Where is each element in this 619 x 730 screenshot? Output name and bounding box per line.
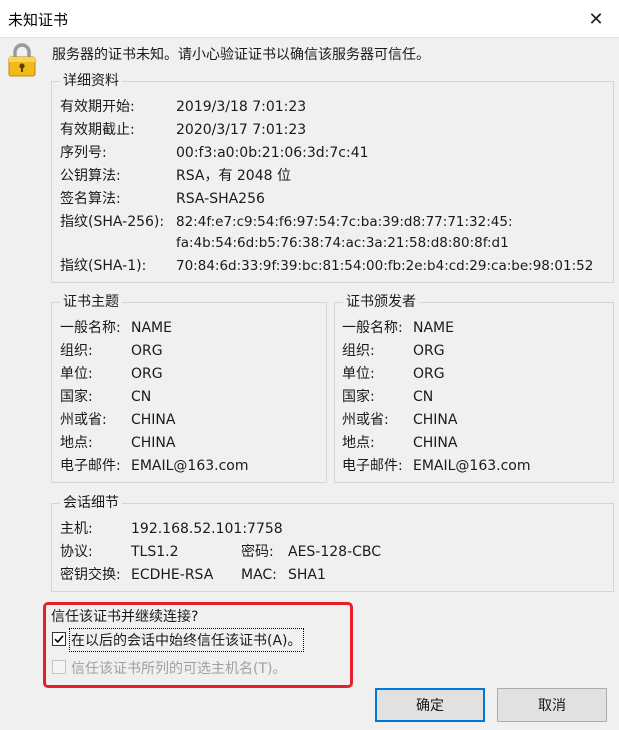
- cancel-button[interactable]: 取消: [497, 688, 607, 722]
- issuer-email-label: 电子邮件:: [342, 458, 403, 474]
- pubkey-value: RSA，有 2048 位: [176, 168, 291, 184]
- mac-label: MAC:: [241, 567, 277, 583]
- subject-c-value: CN: [131, 389, 152, 405]
- issuer-c-value: CN: [413, 389, 434, 405]
- trust-alt-names-checkbox[interactable]: [52, 660, 66, 674]
- trust-question: 信任该证书并继续连接?: [51, 609, 199, 625]
- cancel-button-label: 取消: [538, 698, 566, 714]
- subject-email-value: EMAIL@163.com: [131, 458, 249, 474]
- close-icon: ✕: [588, 8, 604, 30]
- issuer-ou-value: ORG: [413, 366, 445, 382]
- kex-label: 密钥交换:: [60, 567, 121, 583]
- subject-o-value: ORG: [131, 343, 163, 359]
- serial-value: 00:f3:a0:0b:21:06:3d:7c:41: [176, 145, 369, 161]
- valid-to-label: 有效期截止:: [60, 122, 135, 138]
- issuer-cn-value: NAME: [413, 320, 454, 336]
- details-group-title: 详细资料: [60, 72, 122, 90]
- always-trust-label[interactable]: 在以后的会话中始终信任该证书(A)。: [69, 628, 304, 652]
- issuer-group-title: 证书颁发者: [343, 293, 419, 311]
- sha1-value: 70:84:6d:33:9f:39:bc:81:54:00:fb:2e:b4:c…: [176, 258, 594, 274]
- checkmark-icon: [54, 635, 64, 644]
- title-bar: 未知证书 ✕: [0, 0, 619, 38]
- sha256-value-line2: fa:4b:54:6d:b5:76:38:74:ac:3a:21:58:d8:8…: [176, 235, 509, 251]
- serial-label: 序列号:: [60, 145, 107, 161]
- subject-cn-label: 一般名称:: [60, 320, 121, 336]
- subject-group-title: 证书主题: [60, 293, 122, 311]
- details-group: 详细资料: [51, 72, 614, 283]
- warning-message: 服务器的证书未知。请小心验证证书以确信该服务器可信任。: [52, 47, 430, 63]
- protocol-label: 协议:: [60, 544, 93, 560]
- issuer-o-label: 组织:: [342, 343, 375, 359]
- session-group-title: 会话细节: [60, 494, 122, 512]
- close-button[interactable]: ✕: [573, 0, 619, 38]
- ok-button-label: 确定: [416, 698, 444, 714]
- trust-alt-names-label[interactable]: 信任该证书所列的可选主机名(T)。: [71, 658, 286, 678]
- issuer-st-value: CHINA: [413, 412, 458, 428]
- issuer-ou-label: 单位:: [342, 366, 375, 382]
- pubkey-label: 公钥算法:: [60, 168, 121, 184]
- sha1-label: 指纹(SHA-1):: [60, 258, 147, 274]
- host-label: 主机:: [60, 521, 93, 537]
- issuer-c-label: 国家:: [342, 389, 375, 405]
- subject-c-label: 国家:: [60, 389, 93, 405]
- lock-icon: [6, 42, 38, 78]
- kex-value: ECDHE-RSA: [131, 567, 214, 583]
- subject-cn-value: NAME: [131, 320, 172, 336]
- issuer-email-value: EMAIL@163.com: [413, 458, 531, 474]
- issuer-o-value: ORG: [413, 343, 445, 359]
- valid-from-value: 2019/3/18 7:01:23: [176, 99, 307, 115]
- protocol-value: TLS1.2: [131, 544, 179, 560]
- always-trust-checkbox[interactable]: [52, 632, 66, 646]
- sigalg-label: 签名算法:: [60, 191, 121, 207]
- issuer-l-label: 地点:: [342, 435, 375, 451]
- sha256-label: 指纹(SHA-256):: [60, 214, 165, 230]
- ok-button[interactable]: 确定: [375, 688, 485, 722]
- sigalg-value: RSA-SHA256: [176, 191, 265, 207]
- subject-o-label: 组织:: [60, 343, 93, 359]
- subject-ou-label: 单位:: [60, 366, 93, 382]
- subject-ou-value: ORG: [131, 366, 163, 382]
- subject-st-value: CHINA: [131, 412, 176, 428]
- valid-from-label: 有效期开始:: [60, 99, 135, 115]
- issuer-cn-label: 一般名称:: [342, 320, 403, 336]
- sha256-value-line1: 82:4f:e7:c9:54:f6:97:54:7c:ba:39:d8:77:7…: [176, 214, 513, 230]
- cipher-label: 密码:: [241, 544, 274, 560]
- window-title: 未知证书: [8, 11, 69, 29]
- subject-l-value: CHINA: [131, 435, 176, 451]
- issuer-st-label: 州或省:: [342, 412, 389, 428]
- subject-email-label: 电子邮件:: [60, 458, 121, 474]
- host-value: 192.168.52.101:7758: [131, 521, 283, 537]
- subject-l-label: 地点:: [60, 435, 93, 451]
- subject-st-label: 州或省:: [60, 412, 107, 428]
- mac-value: SHA1: [288, 567, 326, 583]
- valid-to-value: 2020/3/17 7:01:23: [176, 122, 307, 138]
- cipher-value: AES-128-CBC: [288, 544, 382, 560]
- issuer-l-value: CHINA: [413, 435, 458, 451]
